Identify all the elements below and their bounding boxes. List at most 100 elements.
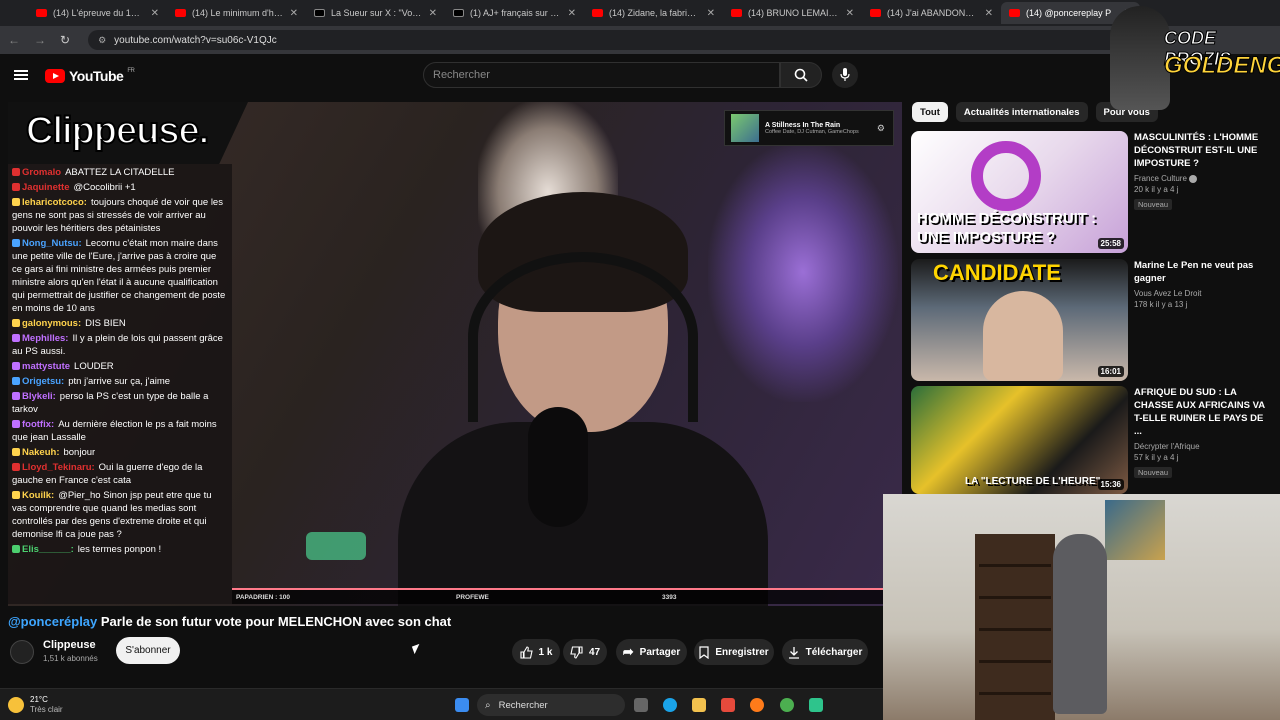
sponsor-line2: GOLDENG [1163, 52, 1280, 80]
recommended-video[interactable]: HOMME DÉCONSTRUIT : UNE IMPOSTURE ? 25:5… [911, 131, 1271, 253]
menu-icon[interactable] [14, 70, 28, 80]
reload-icon[interactable]: ↻ [60, 33, 70, 47]
channel-subscribers: 1,51 k abonnés [43, 654, 98, 663]
mouse-cursor [411, 643, 423, 655]
dislike-button[interactable]: 47 [563, 639, 607, 665]
close-tab-icon[interactable]: ✕ [290, 8, 298, 19]
close-tab-icon[interactable]: ✕ [568, 8, 576, 19]
stream-alert-bar: PAPADRIEN : 100 PROFEWE 3393 [232, 588, 902, 604]
recommended-video[interactable]: CANDIDATE 16:01 Marine Le Pen ne veut pa… [911, 259, 1271, 381]
taskbar-search[interactable]: ⌕ Rechercher [477, 694, 625, 716]
download-icon [788, 646, 799, 659]
close-tab-icon[interactable]: ✕ [151, 8, 159, 19]
chat-username: leharicotcoco: [22, 197, 87, 208]
voice-search-button[interactable] [832, 62, 858, 88]
temperature: 21°C [30, 695, 48, 704]
back-icon[interactable]: ← [8, 33, 20, 47]
close-tab-icon[interactable]: ✕ [429, 8, 437, 19]
close-tab-icon[interactable]: ✕ [985, 8, 993, 19]
tab-title: (14) J'ai ABANDONNÉ ce [887, 8, 979, 18]
video-title[interactable]: Marine Le Pen ne veut pas gagner [1134, 259, 1269, 285]
chat-username: Kouilk: [22, 490, 55, 501]
search-icon: ⌕ [485, 699, 491, 711]
video-title[interactable]: MASCULINITÉS : L'HOMME DÉCONSTRUIT EST-I… [1134, 131, 1269, 170]
chat-username: galonymous: [22, 318, 82, 329]
channel-name[interactable]: France Culture [1134, 174, 1269, 183]
channel-name[interactable]: Vous Avez Le Droit [1134, 289, 1269, 298]
weather-widget[interactable]: 21°C Très clair [8, 695, 63, 715]
youtube-header: YouTube FR Rechercher [0, 54, 1280, 98]
new-badge: Nouveau [1134, 467, 1173, 478]
video-meta: 57 k il y a 4 j [1134, 453, 1179, 462]
edge-icon[interactable] [663, 698, 677, 712]
save-button[interactable]: Enregistrer [694, 639, 774, 665]
close-tab-icon[interactable]: ✕ [707, 8, 715, 19]
channel-avatar[interactable] [10, 640, 34, 664]
thumbnail-portrait [983, 291, 1063, 381]
forward-icon[interactable]: → [34, 33, 46, 47]
store-icon[interactable] [721, 698, 735, 712]
task-view-icon[interactable] [634, 698, 648, 712]
chat-badge-icon [12, 448, 20, 457]
tab-title: (14) L'épreuve du 100 mi [53, 8, 145, 18]
thumbs-up-icon [519, 645, 533, 659]
chat-badge-icon [12, 420, 20, 429]
video-thumbnail[interactable]: HOMME DÉCONSTRUIT : UNE IMPOSTURE ? 25:5… [911, 131, 1128, 253]
region-code: FR [127, 68, 135, 74]
chat-username: Lloyd_Tekinaru: [22, 462, 95, 473]
tab-title: La Sueur sur X : "Vous pla [331, 8, 423, 18]
thumbnail-text: CANDIDATE [933, 260, 1061, 285]
youtube-favicon-icon [175, 9, 186, 17]
video-duration: 25:58 [1097, 238, 1124, 249]
share-button[interactable]: ➦ Partager [616, 639, 687, 665]
sun-icon [8, 697, 24, 713]
video-title[interactable]: AFRIQUE DU SUD : LA CHASSE AUX AFRICAINS… [1134, 386, 1269, 438]
browser-tab[interactable]: (1) AJ+ français sur X : "C ✕ [445, 2, 584, 24]
chat-badge-icon [12, 362, 20, 371]
subscribe-button[interactable]: S'abonner [116, 637, 180, 664]
chat-username: Nakeuh: [22, 447, 60, 458]
chat-text: ABATTEZ LA CITADELLE [65, 167, 175, 178]
video-thumbnail[interactable]: LA "LECTURE DE L'HEURE" 15:36 [911, 386, 1128, 494]
close-tab-icon[interactable]: ✕ [846, 8, 854, 19]
browser-tab[interactable]: (14) L'épreuve du 100 mi ✕ [28, 2, 167, 24]
chat-badge-icon [12, 239, 20, 248]
like-button[interactable]: 1 k [512, 639, 560, 665]
chat-message: Elis______: les termes ponpon ! [12, 543, 228, 556]
new-badge: Nouveau [1134, 199, 1173, 210]
download-button[interactable]: Télécharger [782, 639, 868, 665]
chat-message: Lloyd_Tekinaru: Oui la guerre d'ego de la… [12, 461, 228, 487]
site-info-icon[interactable]: ⚙ [98, 35, 106, 46]
url-text: youtube.com/watch?v=su06c-V1QJc [114, 34, 277, 46]
browser-tab[interactable]: (14) J'ai ABANDONNÉ ce ✕ [862, 2, 1001, 24]
app-icon[interactable] [809, 698, 823, 712]
channel-name[interactable]: Clippeuse [43, 639, 96, 651]
url-input[interactable]: ⚙ youtube.com/watch?v=su06c-V1QJc [88, 30, 1129, 50]
browser-tab[interactable]: (14) BRUNO LEMAIRE HU ✕ [723, 2, 862, 24]
browser-tab[interactable]: (14) Le minimum d'heure ✕ [167, 2, 306, 24]
youtube-favicon-icon [1009, 9, 1020, 17]
stream-chat: Gromalo ABATTEZ LA CITADELLE Jaquinette @Co… [8, 164, 232, 604]
alert-item: PAPADRIEN : 100 [236, 594, 290, 601]
chat-badge-icon [12, 377, 20, 386]
browser-tab[interactable]: La Sueur sur X : "Vous pla ✕ [306, 2, 445, 24]
browser-tab[interactable]: (14) Zidane, la fabrique d ✕ [584, 2, 723, 24]
video-thumbnail[interactable]: CANDIDATE 16:01 [911, 259, 1128, 381]
recommended-video[interactable]: LA "LECTURE DE L'HEURE" 15:36 AFRIQUE DU… [911, 386, 1271, 494]
chip-all[interactable]: Tout [912, 102, 948, 122]
chip-international-news[interactable]: Actualités internationales [955, 102, 1088, 122]
search-button[interactable] [780, 62, 822, 88]
gender-symbol-icon [971, 141, 1041, 211]
bookshelf [975, 534, 1055, 720]
file-explorer-icon[interactable] [692, 698, 706, 712]
channel-name[interactable]: Décrypter l'Afrique [1134, 442, 1269, 451]
like-count: 1 k [538, 646, 553, 658]
youtube-play-icon [45, 69, 65, 83]
title-mention-link[interactable]: @ponceréplay [8, 614, 97, 629]
search-input[interactable]: Rechercher [423, 62, 780, 88]
windows-start-icon[interactable] [455, 698, 469, 712]
youtube-logo[interactable]: YouTube FR [45, 68, 135, 84]
firefox-icon[interactable] [750, 698, 764, 712]
album-art [731, 114, 759, 142]
chrome-icon[interactable] [780, 698, 794, 712]
